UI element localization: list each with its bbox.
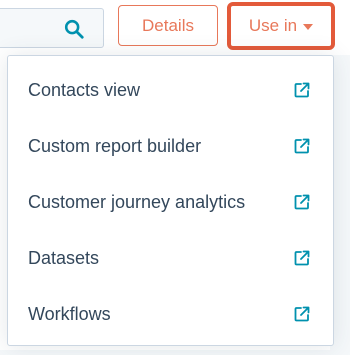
external-link-icon bbox=[294, 138, 310, 154]
external-link-icon bbox=[294, 306, 310, 322]
menu-item-label: Custom report builder bbox=[28, 135, 202, 156]
use-in-button[interactable]: Use in bbox=[235, 9, 327, 43]
details-button[interactable]: Details bbox=[118, 5, 218, 46]
external-link-icon bbox=[294, 82, 310, 98]
search-icon[interactable] bbox=[63, 18, 85, 40]
caret-down-icon bbox=[303, 24, 314, 30]
use-in-dropdown-menu: Contacts view Custom report builder Cust… bbox=[7, 55, 334, 346]
menu-item-custom-report-builder[interactable]: Custom report builder bbox=[8, 118, 333, 174]
menu-item-workflows[interactable]: Workflows bbox=[8, 286, 333, 342]
background-strip bbox=[0, 350, 350, 355]
menu-item-datasets[interactable]: Datasets bbox=[8, 230, 333, 286]
external-link-icon bbox=[294, 250, 310, 266]
stage: Details Use in Contacts view Custom repo… bbox=[0, 0, 350, 355]
use-in-button-label: Use in bbox=[248, 16, 298, 35]
external-link-icon bbox=[294, 194, 310, 210]
menu-item-customer-journey-analytics[interactable]: Customer journey analytics bbox=[8, 174, 333, 230]
use-in-highlight: Use in bbox=[227, 2, 335, 50]
search-input[interactable] bbox=[0, 8, 104, 48]
menu-item-label: Datasets bbox=[28, 247, 100, 268]
menu-item-label: Contacts view bbox=[28, 79, 141, 100]
menu-item-contacts-view[interactable]: Contacts view bbox=[8, 62, 333, 118]
menu-item-label: Customer journey analytics bbox=[28, 191, 246, 212]
details-button-label: Details bbox=[142, 15, 194, 35]
menu-item-label: Workflows bbox=[28, 303, 111, 324]
